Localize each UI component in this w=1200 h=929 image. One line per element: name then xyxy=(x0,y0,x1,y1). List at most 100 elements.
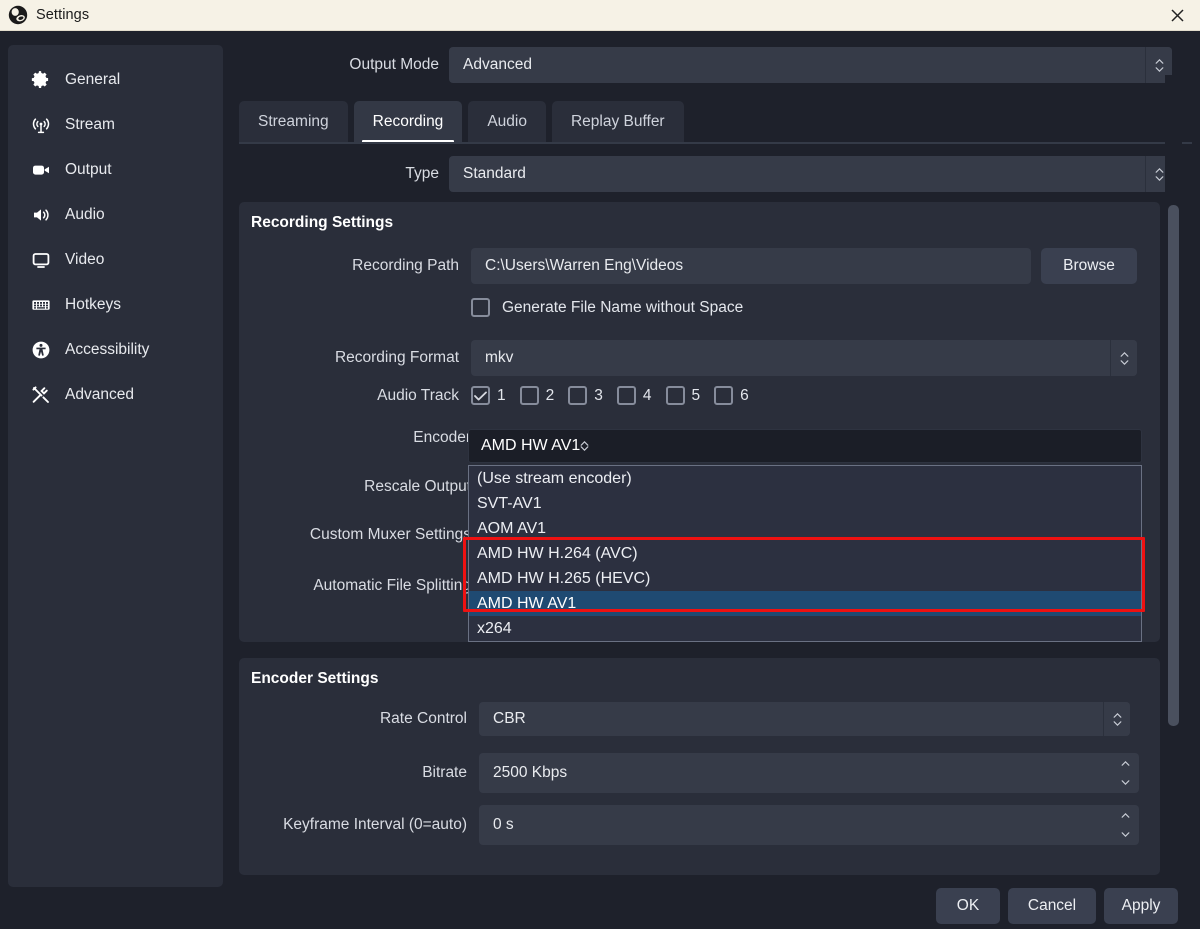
encoder-spinner[interactable] xyxy=(580,441,589,451)
tab-replay-buffer[interactable]: Replay Buffer xyxy=(552,101,684,143)
cancel-button[interactable]: Cancel xyxy=(1008,888,1096,924)
recording-format-select[interactable]: mkv xyxy=(471,340,1137,376)
ok-button-label: OK xyxy=(957,897,979,915)
bitrate-stepper[interactable] xyxy=(1112,753,1139,793)
rate-control-label: Rate Control xyxy=(239,710,467,728)
sidebar-item-stream[interactable]: Stream xyxy=(8,102,223,147)
audio-track-checkbox-4[interactable] xyxy=(617,386,636,405)
gear-icon xyxy=(30,69,51,90)
encoder-option-amd-hw-h264[interactable]: AMD HW H.264 (AVC) xyxy=(469,541,1141,566)
settings-sidebar: General Stream xyxy=(8,45,223,887)
auto-split-label: Automatic File Splitting xyxy=(313,577,471,595)
output-mode-row: Output Mode Advanced xyxy=(231,47,1192,83)
keyframe-interval-spinbox[interactable]: 0 s xyxy=(479,805,1139,845)
encoder-option-svt-av1[interactable]: SVT-AV1 xyxy=(469,491,1141,516)
audio-track-checkbox-6[interactable] xyxy=(714,386,733,405)
audio-track-label-3: 3 xyxy=(594,387,603,405)
sidebar-item-hotkeys[interactable]: Hotkeys xyxy=(8,282,223,327)
rate-control-spinner[interactable] xyxy=(1103,702,1130,736)
encoder-option-aom-av1[interactable]: AOM AV1 xyxy=(469,516,1141,541)
type-value: Standard xyxy=(449,165,526,183)
apply-button-label: Apply xyxy=(1122,897,1161,915)
type-select[interactable]: Standard xyxy=(449,156,1172,192)
encoder-option-use-stream-encoder[interactable]: (Use stream encoder) xyxy=(469,466,1141,491)
window-title: Settings xyxy=(36,7,89,23)
tab-label: Replay Buffer xyxy=(571,113,665,131)
apply-button[interactable]: Apply xyxy=(1104,888,1178,924)
obs-logo-icon xyxy=(8,5,28,25)
tab-audio[interactable]: Audio xyxy=(468,101,546,143)
keyframe-interval-row: Keyframe Interval (0=auto) 0 s xyxy=(239,805,1160,845)
sidebar-item-audio[interactable]: Audio xyxy=(8,192,223,237)
encoder-option-label: AMD HW H.265 (HEVC) xyxy=(477,570,650,588)
audio-track-checkbox-3[interactable] xyxy=(568,386,587,405)
encoder-select[interactable]: AMD HW AV1 xyxy=(468,429,1142,463)
tab-divider xyxy=(239,142,1192,144)
generate-filename-checkbox[interactable] xyxy=(471,298,490,317)
sidebar-item-label: Output xyxy=(65,161,112,179)
audio-track-label: Audio Track xyxy=(239,387,459,405)
rate-control-value: CBR xyxy=(479,710,526,728)
recording-settings-title: Recording Settings xyxy=(251,214,393,232)
sidebar-item-accessibility[interactable]: Accessibility xyxy=(8,327,223,372)
output-tabs: Streaming Recording Audio Replay Buffer xyxy=(239,97,1192,143)
recording-format-spinner[interactable] xyxy=(1110,340,1137,376)
accessibility-icon xyxy=(30,339,51,360)
output-mode-select[interactable]: Advanced xyxy=(449,47,1172,83)
browse-button[interactable]: Browse xyxy=(1041,248,1137,284)
audio-track-checkbox-5[interactable] xyxy=(666,386,685,405)
generate-filename-row[interactable]: Generate File Name without Space xyxy=(471,298,743,317)
bitrate-spinbox[interactable]: 2500 Kbps xyxy=(479,753,1139,793)
sidebar-item-label: Hotkeys xyxy=(65,296,121,314)
type-row: Type Standard xyxy=(231,156,1192,192)
sidebar-item-advanced[interactable]: Advanced xyxy=(8,372,223,417)
encoder-option-label: SVT-AV1 xyxy=(477,495,542,513)
generate-filename-label: Generate File Name without Space xyxy=(502,299,743,317)
audio-track-checkbox-1[interactable] xyxy=(471,386,490,405)
sidebar-item-output[interactable]: Output xyxy=(8,147,223,192)
audio-track-label-5: 5 xyxy=(692,387,701,405)
sidebar-item-label: Audio xyxy=(65,206,105,224)
sidebar-item-label: Stream xyxy=(65,116,115,134)
tools-icon xyxy=(30,384,51,405)
encoder-value: AMD HW AV1 xyxy=(469,437,580,455)
rescale-output-label: Rescale Output xyxy=(364,478,471,496)
settings-scrollbar-track[interactable] xyxy=(1165,75,1182,887)
recording-format-label: Recording Format xyxy=(239,349,459,367)
custom-muxer-label: Custom Muxer Settings xyxy=(310,526,471,544)
tab-streaming[interactable]: Streaming xyxy=(239,101,348,143)
tab-label: Audio xyxy=(487,113,527,131)
encoder-option-label: AMD HW AV1 xyxy=(477,595,576,613)
encoder-settings-group: Encoder Settings Rate Control CBR Bitrat… xyxy=(239,658,1160,875)
keyframe-interval-label: Keyframe Interval (0=auto) xyxy=(239,816,467,834)
settings-scrollbar-thumb[interactable] xyxy=(1168,205,1179,726)
tab-recording[interactable]: Recording xyxy=(354,101,463,143)
sidebar-item-label: General xyxy=(65,71,120,89)
bitrate-value: 2500 Kbps xyxy=(479,764,567,782)
window-body: General Stream xyxy=(0,31,1200,929)
audio-track-checkbox-2[interactable] xyxy=(520,386,539,405)
rate-control-select[interactable]: CBR xyxy=(479,702,1130,736)
encoder-option-x264[interactable]: x264 xyxy=(469,616,1141,641)
dialog-button-bar: OK Cancel Apply xyxy=(0,883,1192,929)
recording-path-label: Recording Path xyxy=(239,257,459,275)
recording-path-input[interactable]: C:\Users\Warren Eng\Videos xyxy=(471,248,1031,284)
encoder-dropdown-list[interactable]: (Use stream encoder) SVT-AV1 AOM AV1 AMD… xyxy=(468,465,1142,642)
encoder-settings-title: Encoder Settings xyxy=(251,670,378,688)
audio-track-label-1: 1 xyxy=(497,387,506,405)
auto-split-row: Automatic File Splitting xyxy=(239,577,471,595)
ok-button[interactable]: OK xyxy=(936,888,1000,924)
encoder-option-amd-hw-av1[interactable]: AMD HW AV1 xyxy=(469,591,1141,616)
sidebar-item-general[interactable]: General xyxy=(8,57,223,102)
encoder-option-amd-hw-h265[interactable]: AMD HW H.265 (HEVC) xyxy=(469,566,1141,591)
bitrate-label: Bitrate xyxy=(239,764,467,782)
sidebar-item-label: Accessibility xyxy=(65,341,149,359)
sidebar-item-video[interactable]: Video xyxy=(8,237,223,282)
close-icon[interactable] xyxy=(1154,0,1200,31)
recording-path-value: C:\Users\Warren Eng\Videos xyxy=(485,257,683,275)
broadcast-icon xyxy=(30,114,51,135)
cancel-button-label: Cancel xyxy=(1028,897,1076,915)
output-mode-value: Advanced xyxy=(449,56,532,74)
keyframe-interval-stepper[interactable] xyxy=(1112,805,1139,845)
encoder-label-wrap: Encoder xyxy=(239,429,471,447)
